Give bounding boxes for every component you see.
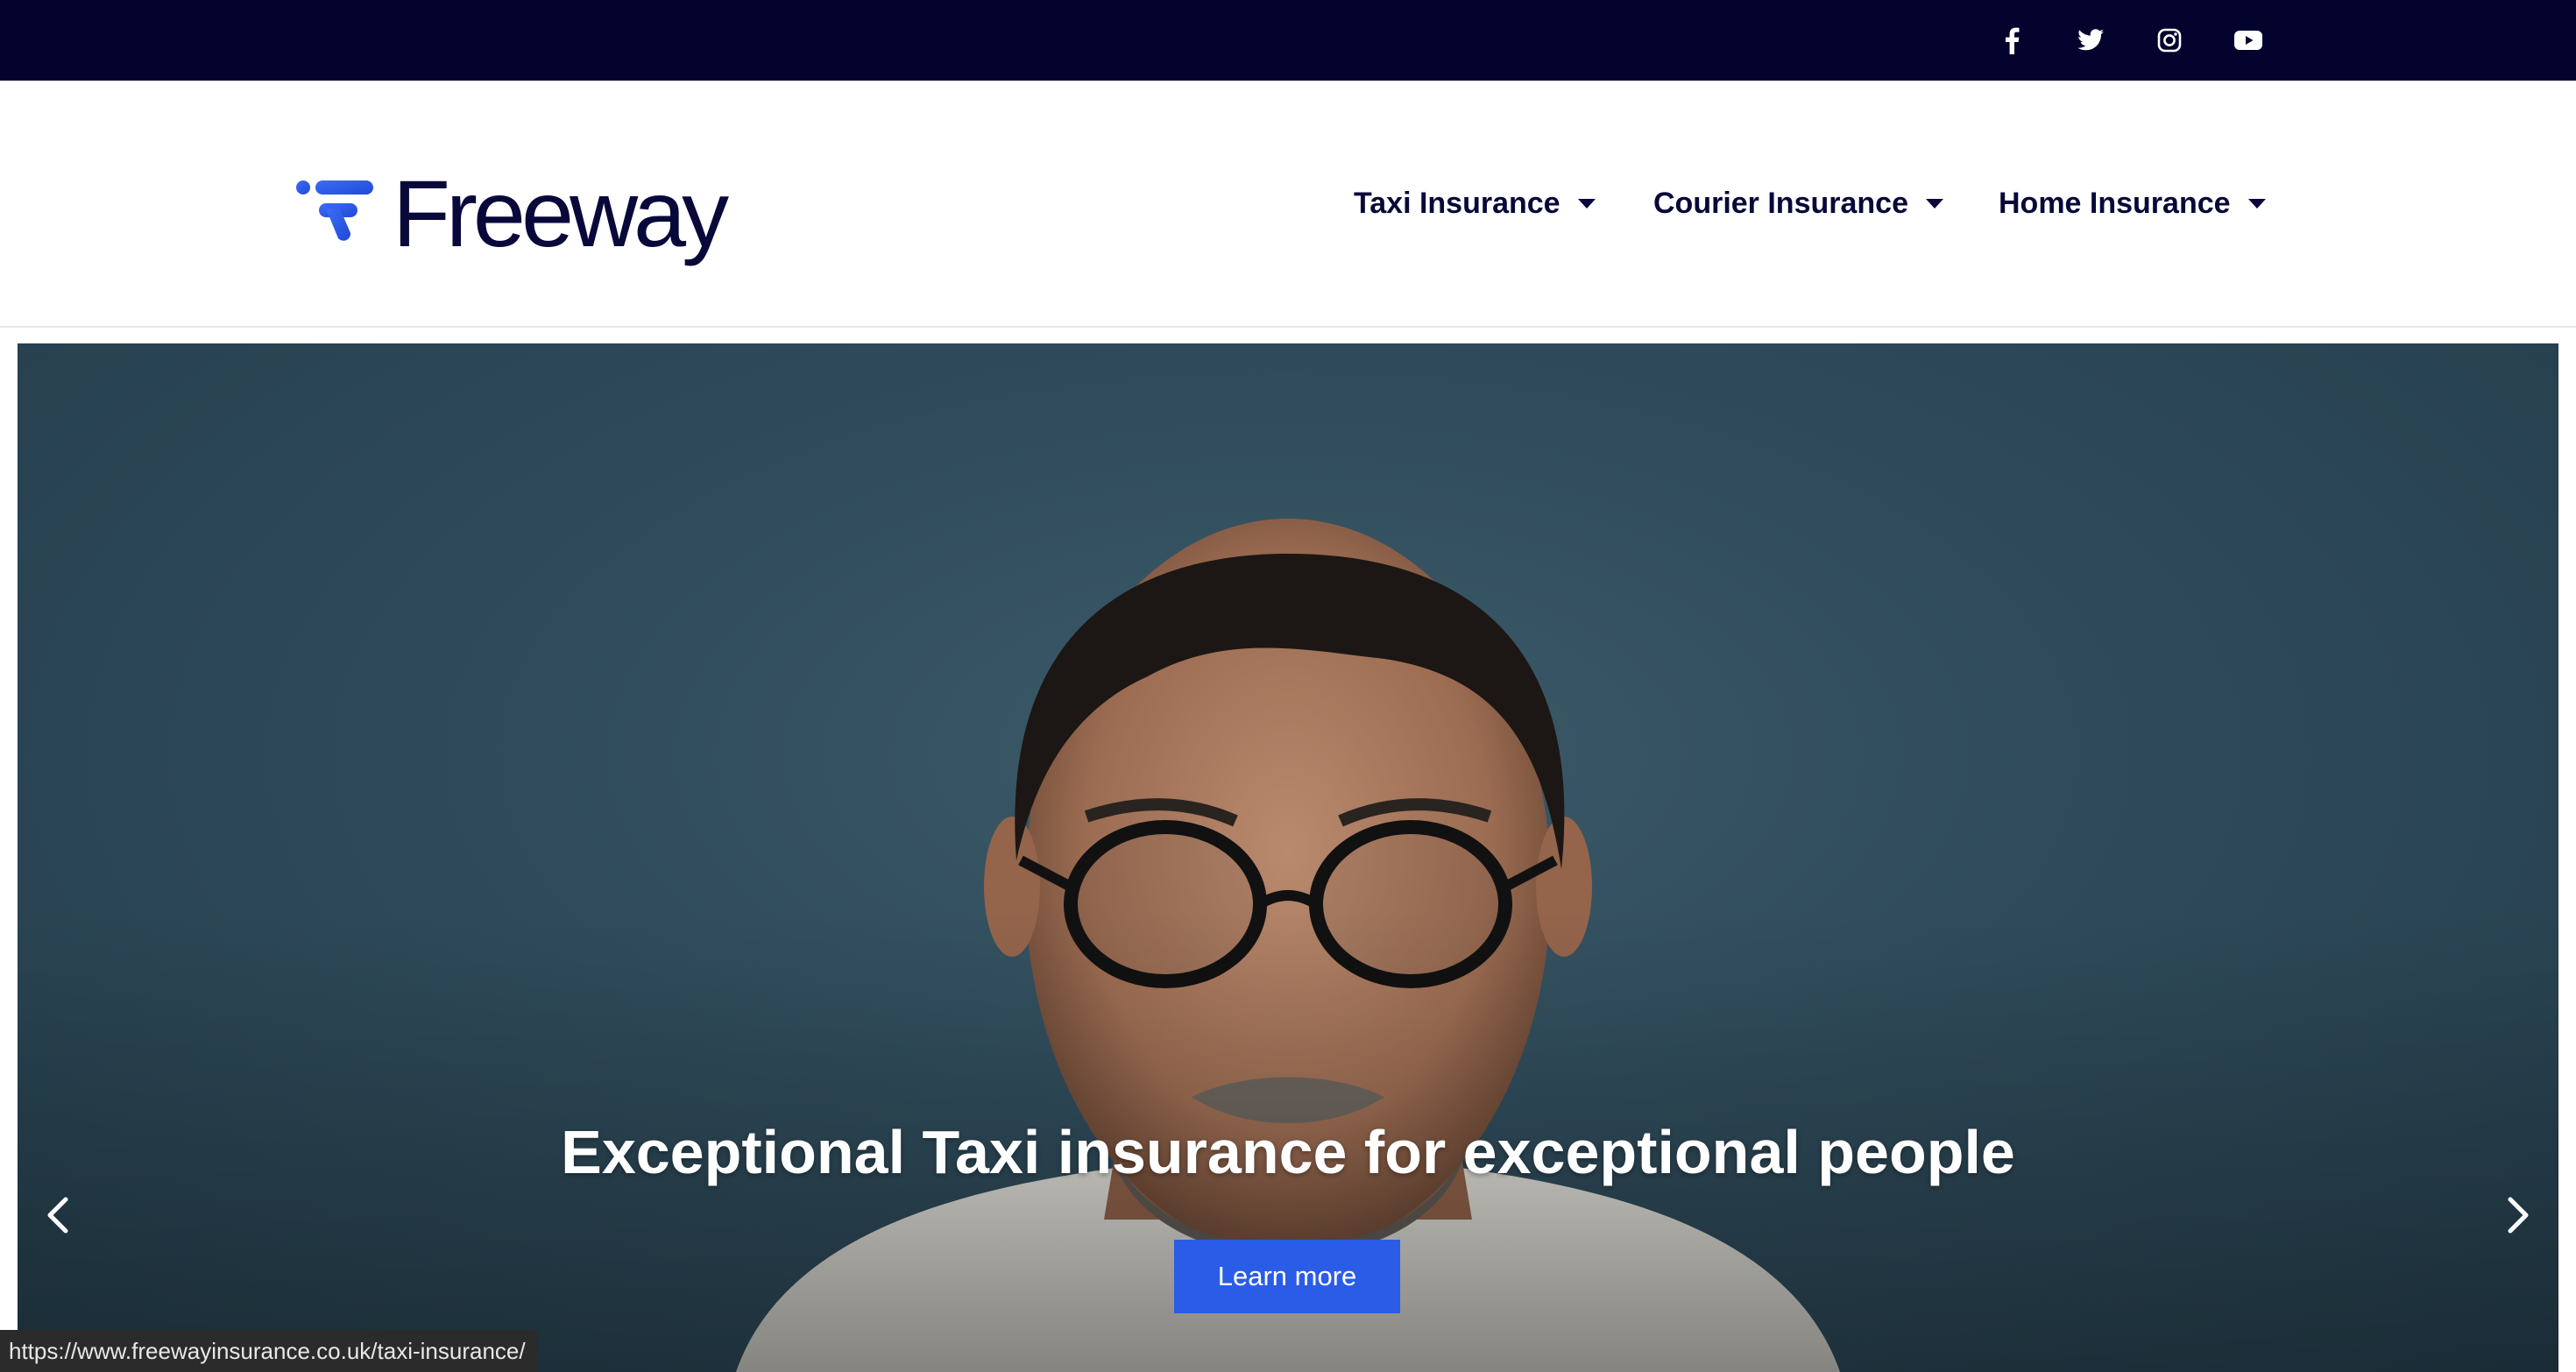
facebook-icon[interactable] <box>1985 0 2038 81</box>
instagram-icon[interactable] <box>2143 0 2196 81</box>
nav-taxi-insurance-label: Taxi Insurance <box>1354 186 1560 220</box>
youtube-icon[interactable] <box>2222 0 2275 81</box>
caret-down-icon <box>1925 198 1943 209</box>
nav-home-insurance[interactable]: Home Insurance <box>1999 81 2266 326</box>
site-header: Freeway Taxi Insurance Courier Insurance… <box>0 81 2576 328</box>
freeway-logo-icon <box>296 180 373 241</box>
hero-slider: Exceptional Taxi insurance for exception… <box>18 343 2558 1372</box>
twitter-icon[interactable] <box>2064 0 2117 81</box>
caret-down-icon <box>1577 198 1596 209</box>
chevron-right-icon[interactable] <box>2492 1185 2544 1246</box>
nav-taxi-insurance[interactable]: Taxi Insurance <box>1354 81 1596 326</box>
nav-home-insurance-label: Home Insurance <box>1999 186 2231 220</box>
nav-courier-insurance[interactable]: Courier Insurance <box>1653 81 1943 326</box>
caret-down-icon <box>2247 198 2266 209</box>
freeway-logo[interactable]: Freeway <box>296 160 729 266</box>
learn-more-button[interactable]: Learn more <box>1174 1240 1400 1313</box>
nav-courier-insurance-label: Courier Insurance <box>1653 186 1908 220</box>
hero-overlay <box>18 343 2558 1372</box>
logo-text: Freeway <box>393 160 729 266</box>
chevron-left-icon[interactable] <box>32 1185 84 1246</box>
status-bar-url: https://www.freewayinsurance.co.uk/taxi-… <box>0 1330 538 1372</box>
top-social-bar <box>0 0 2576 81</box>
hero-title: Exceptional Taxi insurance for exception… <box>561 1118 2015 1186</box>
